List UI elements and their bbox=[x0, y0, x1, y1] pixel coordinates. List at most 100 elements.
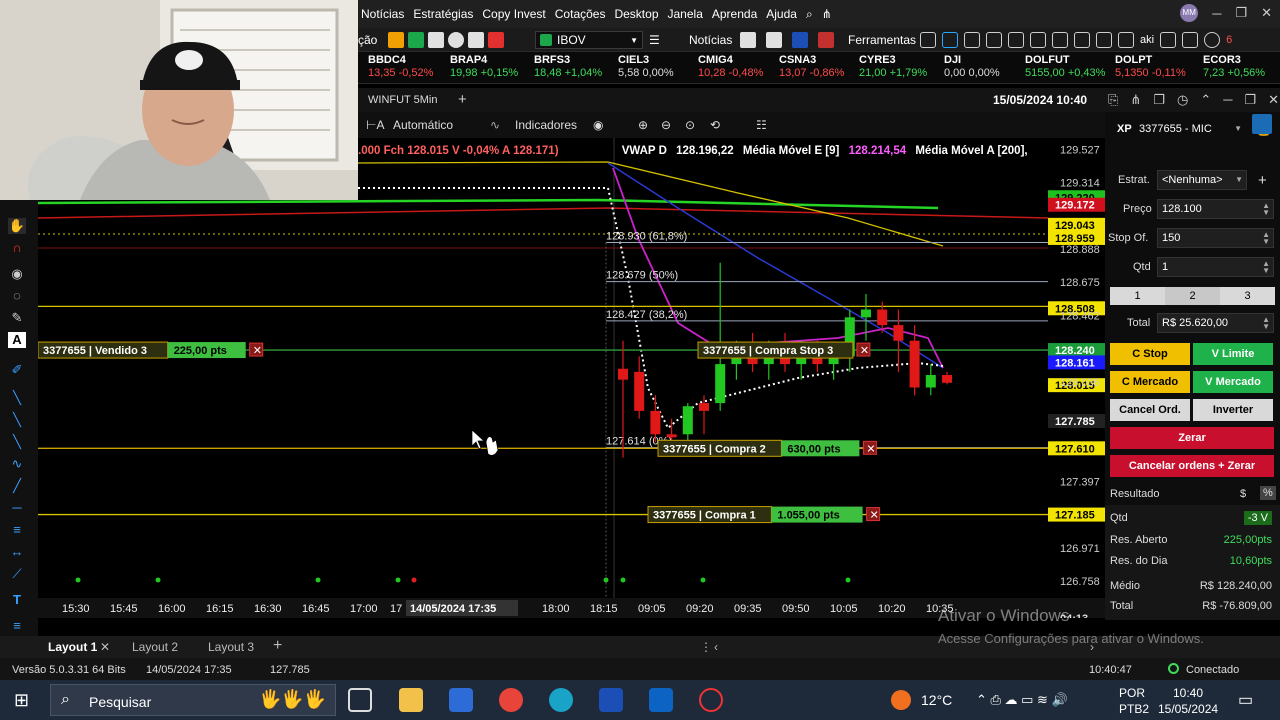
zoom-out-icon[interactable]: ⊖ bbox=[661, 118, 671, 132]
notifications-icon[interactable]: ▭ bbox=[1238, 690, 1253, 710]
qty-2-button[interactable]: 2 bbox=[1165, 287, 1220, 305]
text-icon[interactable]: A bbox=[8, 332, 26, 348]
edge-icon[interactable] bbox=[549, 688, 573, 712]
ticker-item[interactable]: DJI 0,00 0,00% bbox=[944, 54, 1000, 80]
app-icon[interactable] bbox=[699, 688, 723, 712]
order-cancel-icon[interactable]: ✕ bbox=[249, 342, 264, 357]
currency-toggle[interactable]: $ bbox=[1240, 488, 1246, 500]
tool-icon[interactable] bbox=[1008, 32, 1024, 48]
ticker-item[interactable]: BRAP4 19,98 +0,15% bbox=[450, 54, 518, 80]
strategy-select[interactable]: <Nenhuma> ▼ bbox=[1157, 170, 1247, 190]
close-icon[interactable]: ✕ bbox=[1268, 92, 1279, 108]
menu-desktop[interactable]: Desktop bbox=[614, 7, 658, 22]
notification-badge[interactable]: 6 bbox=[1226, 34, 1232, 46]
aki-label[interactable]: aki bbox=[1140, 34, 1154, 46]
temperature[interactable]: 12°C bbox=[921, 692, 952, 708]
windows-start-icon[interactable]: ⊞ bbox=[14, 690, 29, 711]
ticker-item[interactable]: DOLFUT 5155,00 +0,43% bbox=[1025, 54, 1105, 80]
v-icon[interactable] bbox=[408, 32, 424, 48]
minimize-icon[interactable]: ─ bbox=[1223, 92, 1232, 108]
qty-3-button[interactable]: 3 bbox=[1220, 287, 1275, 305]
outlook-icon[interactable] bbox=[649, 688, 673, 712]
tool-icon[interactable] bbox=[1096, 32, 1112, 48]
c-mercado-button[interactable]: C Mercado bbox=[1110, 371, 1190, 393]
ticker-item[interactable]: BRFS3 18,48 +1,04% bbox=[534, 54, 602, 80]
tool-icon[interactable] bbox=[1074, 32, 1090, 48]
menu-aprenda[interactable]: Aprenda bbox=[712, 7, 757, 22]
chrome-icon[interactable] bbox=[499, 688, 523, 712]
tool-icon[interactable] bbox=[964, 32, 980, 48]
fib-icon[interactable]: ≡ bbox=[8, 522, 26, 538]
pen-icon[interactable]: ✐ bbox=[8, 362, 26, 378]
menu-icon[interactable]: ☰ bbox=[649, 31, 660, 49]
export-icon[interactable]: ⎘ bbox=[1108, 92, 1118, 108]
zoom-fit-icon[interactable]: ⊙ bbox=[685, 118, 695, 132]
tool-icon[interactable] bbox=[920, 32, 936, 48]
mode-button[interactable]: Automático bbox=[393, 118, 453, 132]
menu-ajuda[interactable]: Ajuda bbox=[766, 7, 797, 22]
account-select[interactable]: 3377655 - MIC ▼ bbox=[1135, 120, 1245, 140]
hand-icon[interactable]: ✋ bbox=[8, 218, 26, 234]
tool-icon[interactable] bbox=[1030, 32, 1046, 48]
c-icon[interactable] bbox=[388, 32, 404, 48]
restore-icon[interactable]: ❐ bbox=[1244, 92, 1256, 108]
ticker-item[interactable]: CSNA3 13,07 -0,86% bbox=[779, 54, 844, 80]
ticker-item[interactable]: ECOR3 7,23 +0,56% bbox=[1203, 54, 1265, 80]
edit-icon[interactable]: ✎ bbox=[8, 310, 26, 326]
c-stop-button[interactable]: C Stop bbox=[1110, 343, 1190, 365]
price-input[interactable]: 128.100 ▲ ▼ bbox=[1157, 199, 1274, 219]
add-layout-icon[interactable]: + bbox=[273, 637, 282, 655]
lasso-icon[interactable]: ◌ bbox=[8, 288, 26, 304]
spinner-icon[interactable]: ▲ ▼ bbox=[1262, 231, 1270, 246]
tool-icon[interactable] bbox=[1052, 32, 1068, 48]
zigzag-icon[interactable]: ∿ bbox=[8, 456, 26, 472]
share-icon[interactable]: ⋔ bbox=[1130, 92, 1141, 108]
drag-handle-icon[interactable]: ⋮ bbox=[700, 640, 712, 654]
tool-icon[interactable] bbox=[986, 32, 1002, 48]
close-icon[interactable]: ✕ bbox=[1261, 5, 1272, 21]
order-cancel-icon[interactable]: ✕ bbox=[856, 342, 871, 357]
scroll-left-icon[interactable]: ‹ bbox=[714, 640, 718, 654]
ticker-item[interactable]: BBDC4 13,35 -0,52% bbox=[368, 54, 433, 80]
clone-icon[interactable]: ❐ bbox=[1153, 92, 1165, 108]
invert-button[interactable]: Inverter bbox=[1193, 399, 1273, 421]
panel-toggle-icon[interactable] bbox=[1252, 114, 1272, 134]
menu-janela[interactable]: Janela bbox=[668, 7, 703, 22]
restore-icon[interactable]: ❐ bbox=[1235, 5, 1247, 21]
list-icon[interactable] bbox=[428, 32, 444, 48]
range-icon[interactable]: ↔ bbox=[8, 544, 26, 560]
noticias-button[interactable]: Notícias bbox=[689, 31, 732, 49]
ferramentas-button[interactable]: Ferramentas bbox=[848, 31, 916, 49]
tv-icon[interactable] bbox=[792, 32, 808, 48]
indicators-icon[interactable]: ∿ bbox=[490, 118, 500, 132]
indicators-button[interactable]: Indicadores bbox=[515, 118, 577, 132]
gear-icon[interactable] bbox=[1204, 32, 1221, 48]
menu-copy-invest[interactable]: Copy Invest bbox=[482, 7, 545, 22]
line-icon[interactable]: ╲ bbox=[8, 390, 26, 406]
price-chart[interactable]: 128.930 (61,8%) 128.679 (50%) 128.427 (38,… bbox=[38, 138, 1105, 618]
bars-icon[interactable] bbox=[468, 32, 484, 48]
text-tool-icon[interactable]: T bbox=[8, 592, 26, 608]
file-explorer-icon[interactable] bbox=[399, 688, 423, 712]
avatar[interactable]: MM bbox=[1180, 4, 1199, 22]
stop-offset-input[interactable]: 150 ▲ ▼ bbox=[1157, 228, 1274, 248]
weather-icon[interactable] bbox=[891, 690, 911, 710]
ticker-item[interactable]: CIEL3 5,58 0,00% bbox=[618, 54, 674, 80]
hline-icon[interactable]: ─ bbox=[8, 500, 26, 516]
task-view-icon[interactable] bbox=[348, 688, 372, 712]
eye-icon[interactable]: ◉ bbox=[8, 266, 26, 282]
menu-noticias[interactable]: Notícias bbox=[361, 7, 404, 22]
tab-layout-3[interactable]: Layout 3 bbox=[208, 640, 254, 654]
cancel-orders-button[interactable]: Cancel Ord. bbox=[1110, 399, 1190, 421]
qty-1-button[interactable]: 1 bbox=[1110, 287, 1165, 305]
clock-date[interactable]: 15/05/2024 bbox=[1158, 702, 1218, 716]
dollar-icon[interactable] bbox=[818, 32, 834, 48]
ticker-item[interactable]: DOLPT 5,1350 -0,11% bbox=[1115, 54, 1186, 80]
cancel-and-zerar-button[interactable]: Cancelar ordens + Zerar bbox=[1110, 455, 1274, 477]
symbol-select[interactable]: IBOV ▼ bbox=[535, 31, 643, 49]
tab-layout-1[interactable]: Layout 1 bbox=[48, 640, 97, 654]
share-icon[interactable]: ⋔ bbox=[822, 7, 832, 22]
keyboard-label[interactable]: PTB2 bbox=[1119, 702, 1149, 716]
quantity-input[interactable]: 1 ▲ ▼ bbox=[1157, 257, 1274, 277]
channel-icon[interactable]: ╱ bbox=[8, 478, 26, 494]
